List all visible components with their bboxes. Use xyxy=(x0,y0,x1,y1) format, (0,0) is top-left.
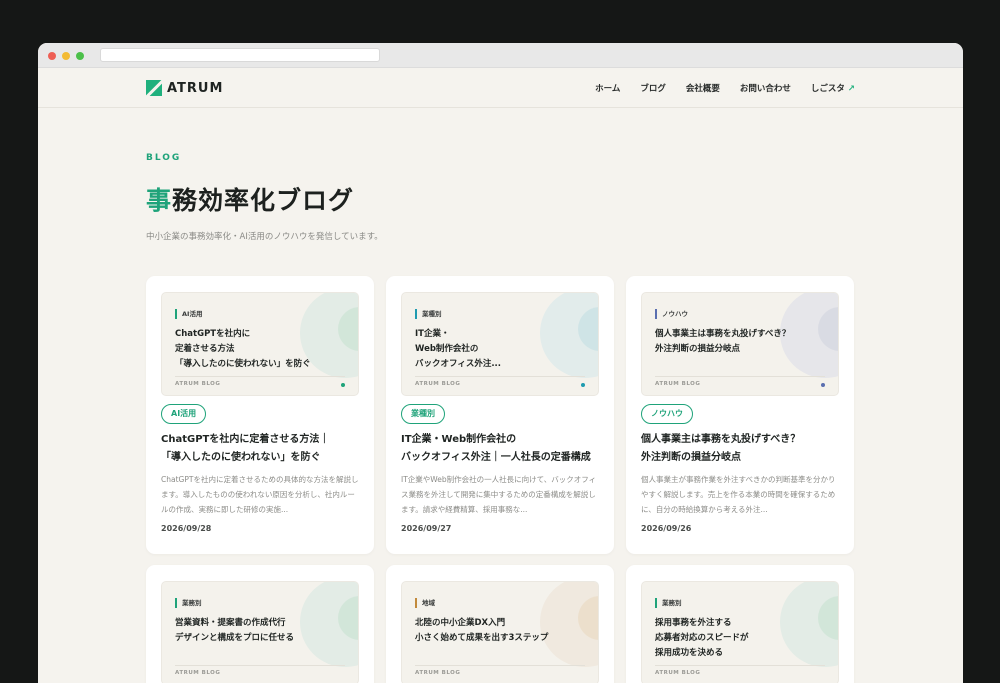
card-excerpt: 個人事業主が事務作業を外注すべきかの判断基準を分かりやすく解説します。売上を作る… xyxy=(641,475,836,514)
site-logo[interactable]: ATRUM xyxy=(146,80,223,96)
page-title-accent: 事 xyxy=(146,186,173,215)
thumb-footer: ATRUM BLOG xyxy=(175,376,345,387)
logo-text: ATRUM xyxy=(167,80,224,96)
thumb-dot xyxy=(341,383,345,387)
blog-card[interactable]: ノウハウ 個人事業主は事務を丸投げすべき？ 外注判断の損益分岐点 ATRUM B… xyxy=(626,276,854,554)
thumb-footer-label: ATRUM BLOG xyxy=(175,670,221,676)
category-badge[interactable]: ノウハウ xyxy=(641,404,693,424)
nav-shigosuta-label: しごスタ xyxy=(810,84,845,94)
thumb-tag: AI活用 xyxy=(175,309,202,319)
thumb-tag: 業務別 xyxy=(175,598,202,608)
nav-contact[interactable]: お問い合わせ xyxy=(740,82,791,94)
thumb-dot xyxy=(821,383,825,387)
thumb-title: ChatGPTを社内に 定着させる方法 「導入したのに使われない」を防ぐ xyxy=(175,329,311,369)
main-nav: ホーム ブログ 会社概要 お問い合わせ しごスタ ↗ xyxy=(595,82,855,94)
maximize-window-dot[interactable] xyxy=(76,52,84,60)
site-header: ATRUM ホーム ブログ 会社概要 お問い合わせ しごスタ ↗ xyxy=(38,68,963,108)
page-subtitle: 中小企業の事務効率化・AI活用のノウハウを発信しています。 xyxy=(146,232,383,242)
card-excerpt: IT企業やWeb制作会社の一人社長に向けて、バックオフィス業務を外注して開発に集… xyxy=(401,475,597,514)
minimize-window-dot[interactable] xyxy=(62,52,70,60)
blog-card[interactable]: AI活用 ChatGPTを社内に 定着させる方法 「導入したのに使われない」を防… xyxy=(146,276,374,554)
thumb-tag: 業務別 xyxy=(655,598,682,608)
card-thumbnail: 業種別 IT企業・ Web制作会社の バックオフィス外注... ATRUM BL… xyxy=(401,292,599,396)
section-kicker: BLOG xyxy=(146,153,182,163)
blog-card[interactable]: 業種別 IT企業・ Web制作会社の バックオフィス外注... ATRUM BL… xyxy=(386,276,614,554)
card-thumbnail: 業務別 営業資料・提案書の作成代行 デザインと構成をプロに任せる ATRUM B… xyxy=(161,581,359,683)
card-title[interactable]: IT企業・Web制作会社の バックオフィス外注｜一人社長の定番構成 xyxy=(401,431,601,467)
thumb-tag: 地域 xyxy=(415,598,435,608)
blog-card[interactable]: 業務別 営業資料・提案書の作成代行 デザインと構成をプロに任せる ATRUM B… xyxy=(146,565,374,683)
external-link-icon: ↗ xyxy=(847,84,855,94)
thumb-title: IT企業・ Web制作会社の バックオフィス外注... xyxy=(415,329,502,369)
nav-home[interactable]: ホーム xyxy=(595,82,620,94)
blog-card[interactable]: 業務別 採用事務を外注する 応募者対応のスピードが 採用成功を決める ATRUM… xyxy=(626,565,854,683)
browser-window: ATRUM ホーム ブログ 会社概要 お問い合わせ しごスタ ↗ BLOG 事務… xyxy=(38,43,963,683)
thumb-footer-label: ATRUM BLOG xyxy=(655,381,701,387)
thumb-title: 採用事務を外注する 応募者対応のスピードが 採用成功を決める xyxy=(655,618,749,658)
card-title[interactable]: 個人事業主は事務を丸投げすべき？ 外注判断の損益分岐点 xyxy=(641,431,841,467)
card-date: 2026/09/27 xyxy=(401,524,452,533)
thumb-title: 営業資料・提案書の作成代行 デザインと構成をプロに任せる xyxy=(175,618,295,643)
close-window-dot[interactable] xyxy=(48,52,56,60)
nav-shigosuta-link[interactable]: しごスタ ↗ xyxy=(811,82,855,94)
page-title: 事務効率化ブログ xyxy=(146,181,354,217)
card-date: 2026/09/28 xyxy=(161,524,212,533)
card-thumbnail: ノウハウ 個人事業主は事務を丸投げすべき？ 外注判断の損益分岐点 ATRUM B… xyxy=(641,292,839,396)
thumb-dot xyxy=(581,383,585,387)
category-badge[interactable]: AI活用 xyxy=(161,404,207,424)
thumb-tag: ノウハウ xyxy=(655,309,688,319)
thumb-footer: ATRUM BLOG xyxy=(415,376,585,387)
page-title-rest: 務効率化ブログ xyxy=(172,186,355,215)
card-thumbnail: 地域 北陸の中小企業DX入門 小さく始めて成果を出す3ステップ ATRUM BL… xyxy=(401,581,599,683)
thumb-footer: ATRUM BLOG xyxy=(655,376,825,387)
browser-titlebar xyxy=(38,43,963,68)
thumb-footer-label: ATRUM BLOG xyxy=(175,381,221,387)
address-bar[interactable] xyxy=(100,48,380,62)
card-thumbnail: 業務別 採用事務を外注する 応募者対応のスピードが 採用成功を決める ATRUM… xyxy=(641,581,839,683)
nav-company[interactable]: 会社概要 xyxy=(686,82,720,94)
card-thumbnail: AI活用 ChatGPTを社内に 定着させる方法 「導入したのに使われない」を防… xyxy=(161,292,359,396)
category-badge[interactable]: 業種別 xyxy=(401,404,445,424)
blog-card[interactable]: 地域 北陸の中小企業DX入門 小さく始めて成果を出す3ステップ ATRUM BL… xyxy=(386,565,614,683)
card-title[interactable]: ChatGPTを社内に定着させる方法｜ 「導入したのに使われない」を防ぐ xyxy=(161,431,361,467)
thumb-tag: 業種別 xyxy=(415,309,442,319)
nav-blog[interactable]: ブログ xyxy=(640,82,666,94)
thumb-footer-label: ATRUM BLOG xyxy=(415,381,461,387)
thumb-footer-label: ATRUM BLOG xyxy=(415,670,461,676)
card-excerpt: ChatGPTを社内に定着させるための具体的な方法を解説します。導入したものの使… xyxy=(161,475,359,514)
thumb-footer-label: ATRUM BLOG xyxy=(655,670,701,676)
logo-mark-icon xyxy=(146,80,162,96)
card-date: 2026/09/26 xyxy=(641,524,692,533)
thumb-title: 個人事業主は事務を丸投げすべき？ 外注判断の損益分岐点 xyxy=(655,329,791,354)
thumb-title: 北陸の中小企業DX入門 小さく始めて成果を出す3ステップ xyxy=(415,618,549,643)
